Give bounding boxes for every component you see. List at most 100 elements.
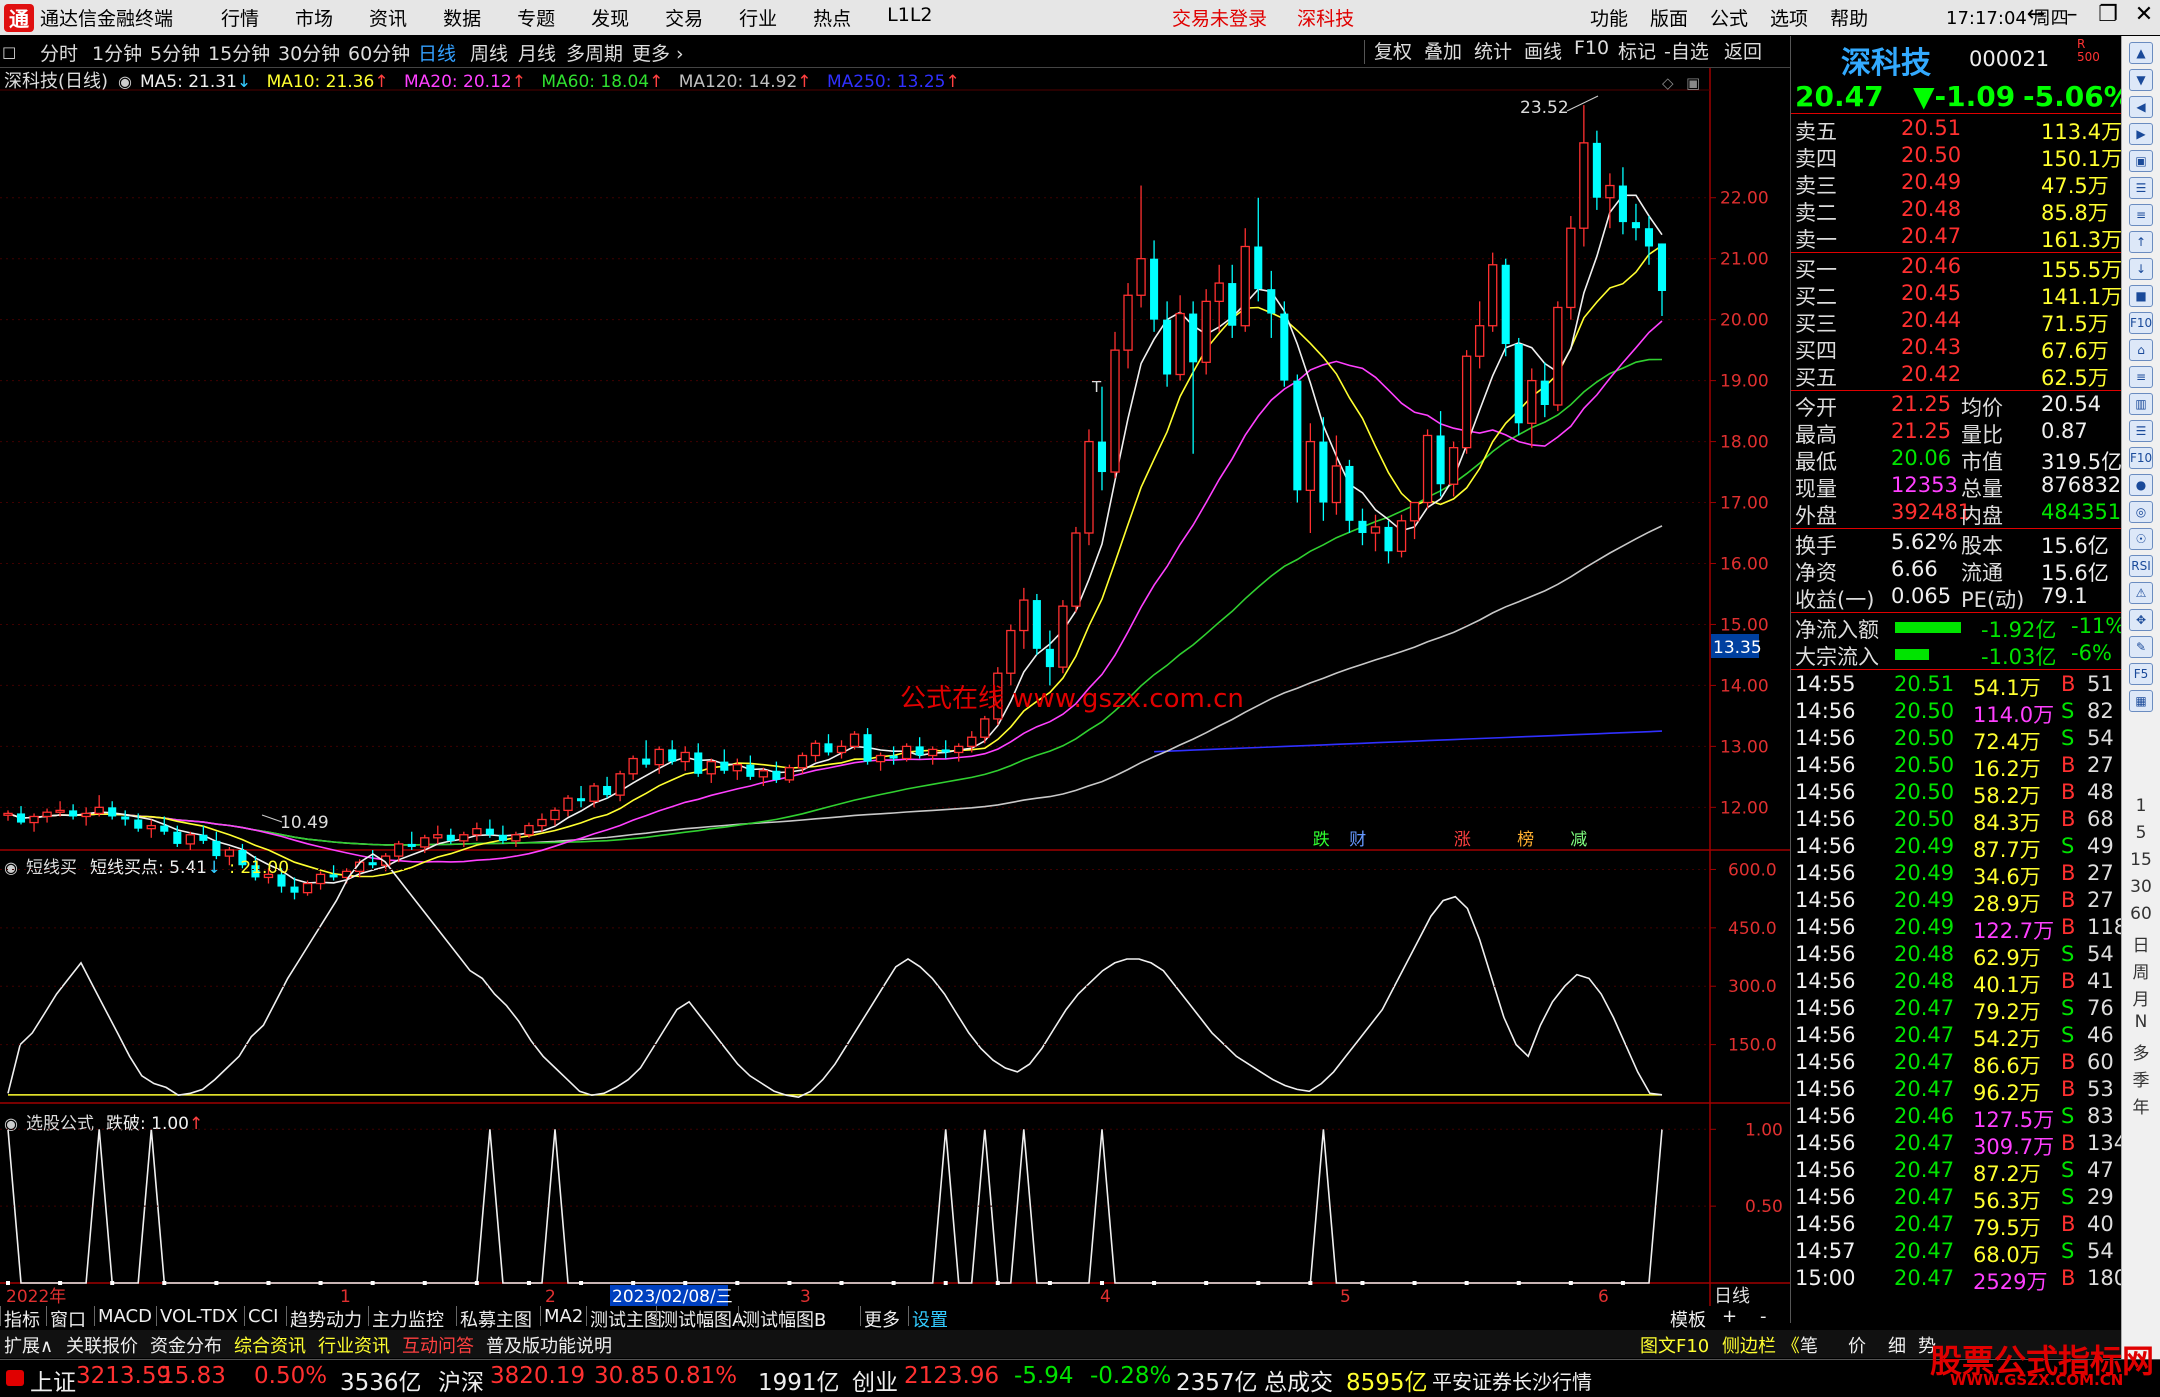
sidebar-icon-19[interactable]: RSI <box>2129 555 2153 577</box>
indicator-tab[interactable]: CCI <box>248 1306 278 1327</box>
tf-60min[interactable]: 60分钟 <box>348 39 410 66</box>
sidebar-icon-28[interactable]: 30 <box>2127 877 2155 897</box>
sidebar-icon-20[interactable]: ⚠ <box>2129 582 2153 604</box>
sidebar-icon-7[interactable]: ↑ <box>2129 231 2153 253</box>
right-tab[interactable]: 价 <box>1848 1332 1866 1358</box>
sidebar-icon-27[interactable]: 15 <box>2127 850 2155 870</box>
btn-draw[interactable]: 画线 <box>1524 37 1562 64</box>
indicator-tab[interactable]: 窗口 <box>50 1306 86 1332</box>
sidebar-icon-24[interactable]: ▦ <box>2129 690 2153 712</box>
kline-chart[interactable]: 深科技(日线) ◉ MA5: 21.31↓ MA10: 21.36↑ MA20:… <box>0 68 1790 1306</box>
menu-discover[interactable]: 发现 <box>591 4 629 31</box>
sidebar-icon-2[interactable]: ◀ <box>2129 96 2153 118</box>
btn-mark[interactable]: 标记 <box>1618 37 1656 64</box>
indicator-tab[interactable]: 更多 <box>864 1306 900 1332</box>
info-tab[interactable]: 关联报价 <box>66 1332 138 1358</box>
indicator-tab[interactable]: 测试幅图A <box>660 1306 744 1332</box>
sidebar-icon-3[interactable]: ▶ <box>2129 123 2153 145</box>
indicator-tab[interactable]: MA2 <box>544 1306 583 1327</box>
sidebar-icon-13[interactable]: ▥ <box>2129 393 2153 415</box>
indicator-tab[interactable]: VOL-TDX <box>160 1306 238 1327</box>
sidebar-icon-29[interactable]: 60 <box>2127 904 2155 924</box>
indicator-tab[interactable]: 主力监控 <box>372 1306 444 1332</box>
index-name[interactable]: 创业 <box>852 1363 898 1397</box>
sidebar-icon-6[interactable]: ≡ <box>2129 204 2153 226</box>
info-tab[interactable]: 行业资讯 <box>318 1332 390 1358</box>
restore-icon[interactable]: ❐ <box>2090 2 2126 27</box>
btn-adjust[interactable]: 复权 <box>1374 37 1412 64</box>
btn-return[interactable]: 返回 <box>1724 37 1762 64</box>
info-tab[interactable]: 资金分布 <box>150 1332 222 1358</box>
btn-overlay[interactable]: 叠加 <box>1424 37 1462 64</box>
menu-news[interactable]: 资讯 <box>369 4 407 31</box>
sidebar-icon-35[interactable]: 季 <box>2127 1066 2155 1091</box>
ma-toggle-icon[interactable]: ◉ <box>118 72 132 91</box>
sidebar-icon-18[interactable]: ☉ <box>2129 528 2153 550</box>
right-tab[interactable]: 细 <box>1888 1332 1906 1358</box>
menu-quote[interactable]: 行情 <box>221 4 259 31</box>
info-tab[interactable]: 综合资讯 <box>234 1332 306 1358</box>
sidebar-icon-32[interactable]: 月 <box>2127 985 2155 1010</box>
right-tab[interactable]: 图文F10 <box>1640 1332 1709 1358</box>
menu-function[interactable]: 功能 <box>1590 4 1628 31</box>
info-tab[interactable]: 扩展∧ <box>4 1332 53 1358</box>
menu-trade[interactable]: 交易 <box>665 4 703 31</box>
ind1-toggle-icon[interactable]: ◉ <box>4 858 18 877</box>
menu-formula[interactable]: 公式 <box>1710 4 1748 31</box>
template-button[interactable]: + <box>1722 1306 1737 1327</box>
tf-weekly[interactable]: 周线 <box>470 39 508 66</box>
tf-intraday[interactable]: 分时 <box>40 39 78 66</box>
sidebar-icon-22[interactable]: ✎ <box>2129 636 2153 658</box>
sidebar-icon-21[interactable]: ✥ <box>2129 609 2153 631</box>
menu-market[interactable]: 市场 <box>295 4 333 31</box>
menu-options[interactable]: 选项 <box>1770 4 1808 31</box>
sidebar-icon-5[interactable]: ☰ <box>2129 177 2153 199</box>
tf-5min[interactable]: 5分钟 <box>150 39 200 66</box>
right-tab[interactable]: 笔 <box>1800 1332 1818 1358</box>
sidebar-icon-9[interactable]: ■ <box>2129 285 2153 307</box>
menu-layout[interactable]: 版面 <box>1650 4 1688 31</box>
btn-self-select[interactable]: -自选 <box>1664 37 1709 64</box>
indicator-tab[interactable]: MACD <box>98 1306 152 1327</box>
sidebar-icon-30[interactable]: 日 <box>2127 931 2155 956</box>
index-name[interactable]: 上证 <box>30 1363 76 1397</box>
indicator-tab[interactable]: 指标 <box>4 1306 40 1332</box>
tf-more[interactable]: 更多 › <box>632 39 684 66</box>
collapse-icon[interactable]: □ <box>2 43 16 61</box>
sidebar-icon-26[interactable]: 5 <box>2127 823 2155 843</box>
tf-1min[interactable]: 1分钟 <box>92 39 142 66</box>
back-icon[interactable]: ← <box>2018 2 2054 27</box>
chart-option-icon[interactable]: ◇ <box>1662 74 1674 92</box>
sidebar-icon-25[interactable]: 1 <box>2127 796 2155 816</box>
sidebar-icon-31[interactable]: 周 <box>2127 958 2155 983</box>
menu-help[interactable]: 帮助 <box>1830 4 1868 31</box>
indicator-tab[interactable]: 趋势动力 <box>290 1306 362 1332</box>
indicator-tab[interactable]: 测试幅图B <box>742 1306 826 1332</box>
sidebar-icon-10[interactable]: F10 <box>2129 312 2153 334</box>
menu-hot[interactable]: 热点 <box>813 4 851 31</box>
sidebar-icon-12[interactable]: ≡ <box>2129 366 2153 388</box>
sidebar-icon-36[interactable]: 年 <box>2127 1093 2155 1118</box>
index-name[interactable]: 沪深 <box>438 1363 484 1397</box>
ind2-toggle-icon[interactable]: ◉ <box>4 1114 18 1133</box>
minimize-icon[interactable]: – <box>2054 2 2090 27</box>
tf-monthly[interactable]: 月线 <box>518 39 556 66</box>
trade-login-status[interactable]: 交易未登录 <box>1172 8 1267 30</box>
btn-stats[interactable]: 统计 <box>1474 37 1512 64</box>
sidebar-icon-16[interactable]: ● <box>2129 474 2153 496</box>
sidebar-icon-15[interactable]: F10 <box>2129 447 2153 469</box>
close-icon[interactable]: ✕ <box>2126 2 2160 27</box>
sidebar-icon-14[interactable]: ☰ <box>2129 420 2153 442</box>
right-tab[interactable]: 侧边栏 《 <box>1722 1332 1800 1358</box>
menu-data[interactable]: 数据 <box>443 4 481 31</box>
menu-l1l2[interactable]: L1L2 <box>887 4 932 31</box>
sidebar-icon-8[interactable]: ↓ <box>2129 258 2153 280</box>
sidebar-icon-23[interactable]: F5 <box>2129 663 2153 685</box>
sidebar-icon-33[interactable]: N <box>2127 1012 2155 1032</box>
indicator-tab[interactable]: 私募主图 <box>460 1306 532 1332</box>
indicator-tab[interactable]: 测试主图 <box>590 1306 662 1332</box>
sidebar-icon-1[interactable]: ▼ <box>2129 69 2153 91</box>
tf-30min[interactable]: 30分钟 <box>278 39 340 66</box>
info-tab[interactable]: 普及版功能说明 <box>486 1332 612 1358</box>
indicator-tab[interactable]: 设置 <box>912 1306 948 1332</box>
